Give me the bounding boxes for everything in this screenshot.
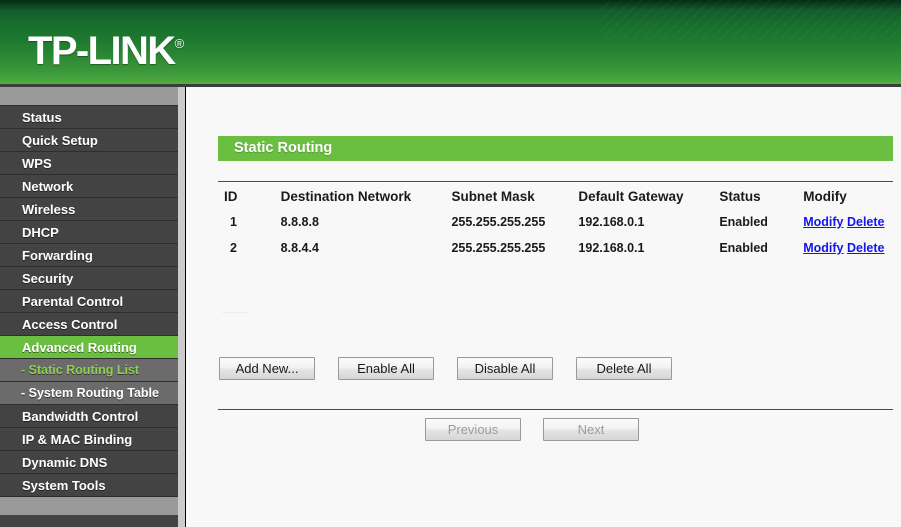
content-area: Static Routing ID Destination Network Su… (186, 87, 901, 527)
table-header-row: ID Destination Network Subnet Mask Defau… (218, 189, 893, 215)
cell-subnet-mask: 255.255.255.255 (451, 241, 546, 255)
logo-text: TP-LINK (28, 29, 176, 73)
table-body: 1 8.8.8.8 255.255.255.255 192.168.0.1 Enable… (218, 215, 893, 267)
delete-all-button[interactable]: Delete All (576, 357, 672, 380)
static-routing-table: ID Destination Network Subnet Mask Defau… (218, 189, 893, 267)
column-header-destination: Destination Network (280, 189, 412, 204)
table-row: 1 8.8.8.8 255.255.255.255 192.168.0.1 Enable… (218, 215, 893, 241)
sidebar-item-dynamic-dns[interactable]: Dynamic DNS (0, 451, 178, 474)
sidebar-item-access-control[interactable]: Access Control (0, 313, 178, 336)
table-row: 2 8.8.4.4 255.255.255.255 192.168.0.1 Enable… (218, 241, 893, 267)
cell-destination: 8.8.4.4 (280, 241, 319, 255)
sidebar-edge (178, 87, 185, 527)
column-header-gateway: Default Gateway (578, 189, 684, 204)
cell-gateway: 192.168.0.1 (578, 215, 645, 229)
cell-subnet-mask: 255.255.255.255 (451, 215, 546, 229)
column-header-status: Status (719, 189, 761, 204)
page-title: Static Routing (234, 140, 333, 156)
sidebar-item-bandwidth-control[interactable]: Bandwidth Control (0, 405, 178, 428)
sidebar-item-network[interactable]: Network (0, 175, 178, 198)
previous-page-button[interactable]: Previous (425, 418, 521, 441)
sidebar-item-list: Status Quick Setup WPS Network Wireless DHCP F… (0, 106, 178, 497)
sidebar-item-advanced-routing[interactable]: Advanced Routing (0, 336, 178, 359)
cell-destination: 8.8.8.8 (280, 215, 319, 229)
column-header-subnet-mask: Subnet Mask (451, 189, 535, 204)
action-button-group: Add New... Enable All Disable All Delete… (219, 357, 672, 380)
registered-mark-icon: ® (174, 36, 185, 51)
table-head: ID Destination Network Subnet Mask Defau… (218, 189, 893, 215)
table-bottom-faint-rule (222, 312, 248, 313)
add-new-button[interactable]: Add New... (219, 357, 315, 380)
sidebar-item-security[interactable]: Security (0, 267, 178, 290)
sidebar-item-system-routing-table[interactable]: - System Routing Table (0, 382, 178, 405)
cell-status: Enabled (719, 215, 768, 229)
table-top-rule (218, 181, 893, 182)
cell-modify: Modify Delete (803, 241, 893, 267)
delete-link[interactable]: Delete (847, 215, 885, 229)
column-header-modify: Modify (803, 189, 847, 204)
sidebar-item-wireless[interactable]: Wireless (0, 198, 178, 221)
cell-modify: Modify Delete (803, 215, 893, 241)
cell-id: 1 (230, 215, 237, 229)
column-header-id: ID (224, 189, 238, 204)
delete-link[interactable]: Delete (847, 241, 885, 255)
page-title-bar: Static Routing (218, 136, 893, 161)
sidebar-item-parental-control[interactable]: Parental Control (0, 290, 178, 313)
sidebar-item-status[interactable]: Status (0, 106, 178, 129)
pagination-controls: Previous Next (425, 418, 639, 441)
enable-all-button[interactable]: Enable All (338, 357, 434, 380)
sidebar-nav: Status Quick Setup WPS Network Wireless DHCP F… (0, 87, 178, 527)
tplink-logo: TP-LINK® (28, 22, 184, 73)
next-page-button[interactable]: Next (543, 418, 639, 441)
router-admin-page: TP-LINK® Status Quick Setup WPS Network Wire… (0, 0, 901, 527)
pagination-top-rule (218, 409, 893, 410)
sidebar-top-bar (0, 87, 178, 106)
sidebar-item-system-tools[interactable]: System Tools (0, 474, 178, 497)
sidebar-item-ip-mac-binding[interactable]: IP & MAC Binding (0, 428, 178, 451)
cell-gateway: 192.168.0.1 (578, 241, 645, 255)
sidebar-item-wps[interactable]: WPS (0, 152, 178, 175)
header-diagonal-sheen (601, 0, 901, 38)
sidebar-item-forwarding[interactable]: Forwarding (0, 244, 178, 267)
modify-link[interactable]: Modify (803, 241, 843, 255)
cell-status: Enabled (719, 241, 768, 255)
header-top-shade (0, 0, 901, 10)
brand-header: TP-LINK® (0, 0, 901, 84)
sidebar-bottom-bar (0, 497, 178, 515)
disable-all-button[interactable]: Disable All (457, 357, 553, 380)
sidebar-item-static-routing-list[interactable]: - Static Routing List (0, 359, 178, 382)
sidebar-item-dhcp[interactable]: DHCP (0, 221, 178, 244)
sidebar-item-quick-setup[interactable]: Quick Setup (0, 129, 178, 152)
modify-link[interactable]: Modify (803, 215, 843, 229)
cell-id: 2 (230, 241, 237, 255)
